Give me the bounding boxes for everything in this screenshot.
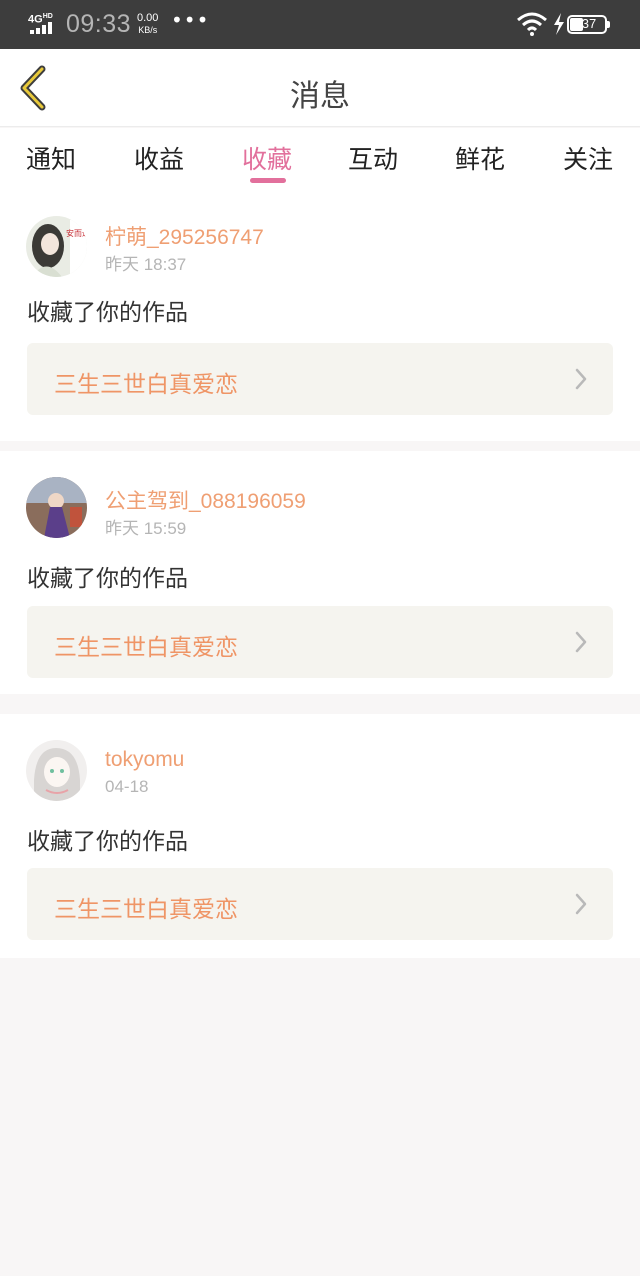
tab-following[interactable]: 关注: [548, 140, 628, 176]
tab-favorites[interactable]: 收藏: [227, 140, 307, 176]
battery-level: 37: [581, 16, 597, 31]
list-item: tokyomu 04-18 收藏了你的作品 三生三世白真爱恋: [0, 714, 640, 958]
list-item: 安而逸 柠萌_295256747 昨天 18:37 收藏了你的作品 三生三世白真…: [0, 196, 640, 441]
avatar[interactable]: [26, 740, 87, 801]
username[interactable]: tokyomu: [105, 748, 184, 772]
charging-icon: [554, 13, 564, 35]
chevron-right-icon: [575, 368, 587, 390]
work-link[interactable]: 三生三世白真爱恋: [27, 868, 613, 940]
work-link[interactable]: 三生三世白真爱恋: [27, 343, 613, 415]
signal-icon: [30, 22, 52, 34]
status-time: 09:33: [66, 10, 132, 38]
tab-flowers[interactable]: 鲜花: [440, 140, 520, 176]
avatar-stamp: 安而逸: [66, 228, 87, 238]
work-title: 三生三世白真爱恋: [54, 897, 238, 923]
battery-icon: 37: [567, 15, 607, 34]
work-link[interactable]: 三生三世白真爱恋: [27, 606, 613, 678]
work-title: 三生三世白真爱恋: [54, 372, 238, 398]
tab-notifications[interactable]: 通知: [11, 140, 91, 176]
tab-bar: 通知 收益 收藏 互动 鲜花 关注: [0, 128, 640, 198]
message-text: 收藏了你的作品: [27, 300, 188, 326]
username[interactable]: 公主驾到_088196059: [105, 485, 306, 515]
message-text: 收藏了你的作品: [27, 566, 188, 592]
tab-interactions[interactable]: 互动: [333, 140, 413, 176]
chevron-right-icon: [575, 631, 587, 653]
avatar[interactable]: [26, 477, 87, 538]
active-tab-indicator: [250, 178, 286, 183]
message-time: 昨天 18:37: [105, 255, 187, 274]
username[interactable]: 柠萌_295256747: [105, 221, 264, 251]
wifi-icon: [517, 12, 547, 36]
app-header: 消息: [0, 49, 640, 127]
page-title: 消息: [290, 79, 350, 114]
message-text: 收藏了你的作品: [27, 829, 188, 855]
message-time: 昨天 15:59: [105, 519, 187, 538]
status-bar: 4GHD 09:33 0.00 KB/s ••• 37: [0, 0, 640, 49]
message-time: 04-18: [105, 777, 149, 796]
network-speed: 0.00 KB/s: [137, 12, 159, 35]
chevron-right-icon: [575, 893, 587, 915]
tab-earnings[interactable]: 收益: [119, 140, 199, 176]
more-notifications-icon: •••: [171, 8, 210, 32]
avatar[interactable]: 安而逸: [26, 216, 87, 277]
list-item: 公主驾到_088196059 昨天 15:59 收藏了你的作品 三生三世白真爱恋: [0, 451, 640, 694]
work-title: 三生三世白真爱恋: [54, 635, 238, 661]
